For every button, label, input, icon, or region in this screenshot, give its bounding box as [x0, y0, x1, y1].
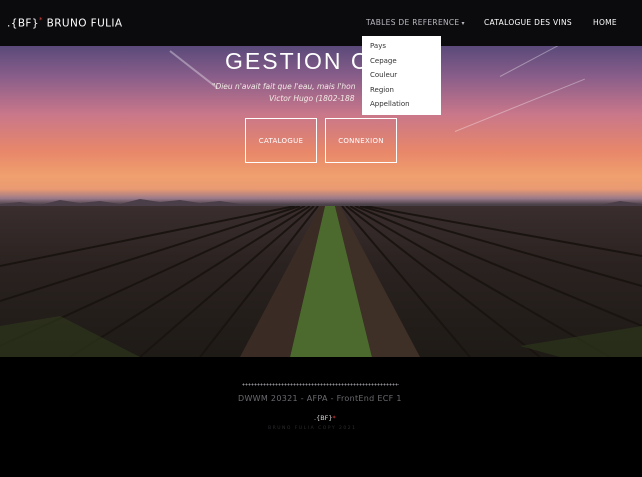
hero-title: GESTION C: [225, 48, 370, 74]
footer-logo: .{BF}*: [314, 414, 336, 422]
footer: DWWM 20321 - AFPA - FrontEnd ECF 1 .{BF}…: [0, 357, 642, 477]
brand-logo-mark: .{BF}: [7, 17, 39, 30]
nav-home[interactable]: HOME: [593, 18, 617, 27]
vineyard-field: [0, 206, 642, 357]
dropdown-item-cepage[interactable]: Cepage: [370, 57, 397, 65]
footer-logo-mark: .{BF}: [314, 414, 333, 422]
nav-tables-de-reference[interactable]: TABLES DE REFERENCE ▾: [366, 18, 465, 27]
hero-quote: "Dieu n'avait fait que l'eau, mais l'hon: [212, 82, 356, 91]
connexion-button[interactable]: CONNEXION: [325, 118, 397, 163]
footer-copyright: BRUNO FULIA COPY 2021: [268, 426, 357, 431]
dropdown-item-region[interactable]: Region: [370, 86, 394, 94]
sky-streak: [454, 78, 585, 132]
catalogue-button[interactable]: CATALOGUE: [245, 118, 317, 163]
footer-divider: [242, 383, 399, 386]
brand-star: *: [38, 16, 43, 24]
footer-credit: DWWM 20321 - AFPA - FrontEnd ECF 1: [238, 394, 402, 403]
hero-quote-author: Victor Hugo (1802-188: [269, 94, 355, 103]
dropdown-item-appellation[interactable]: Appellation: [370, 100, 410, 108]
nav-catalogue-des-vins[interactable]: CATALOGUE DES VINS: [484, 18, 572, 27]
tables-dropdown-menu: Pays Cepage Couleur Region Appellation: [362, 36, 441, 115]
dropdown-item-pays[interactable]: Pays: [370, 42, 386, 50]
hero-section: GESTION C "Dieu n'avait fait que l'eau, …: [0, 46, 642, 357]
sky-streak: [499, 46, 589, 77]
brand-logo[interactable]: .{BF}* BRUNO FULIA: [7, 16, 123, 30]
footer-logo-star: *: [332, 414, 336, 422]
brand-name: BRUNO FULIA: [46, 17, 123, 30]
caret-down-icon: ▾: [461, 20, 465, 27]
nav-tables-label: TABLES DE REFERENCE: [366, 18, 460, 27]
sky-streak: [169, 50, 218, 89]
vineyard-rows: [0, 206, 642, 357]
navbar: .{BF}* BRUNO FULIA TABLES DE REFERENCE ▾ …: [0, 0, 642, 46]
dropdown-item-couleur[interactable]: Couleur: [370, 71, 397, 79]
